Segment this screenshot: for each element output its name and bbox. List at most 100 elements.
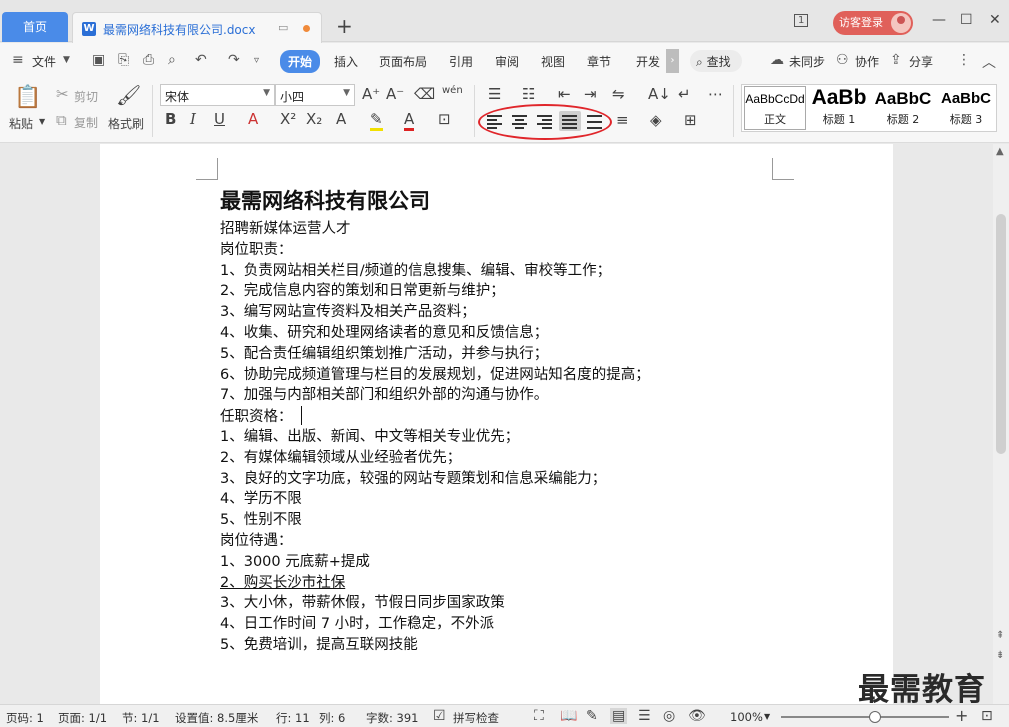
close-button[interactable]: ✕ (989, 12, 1001, 28)
spell-check-icon[interactable]: ☑ (433, 708, 446, 724)
collab-button[interactable]: 协作 (855, 53, 879, 70)
strikethrough-icon[interactable]: A (248, 110, 258, 128)
phonetic-guide-icon[interactable]: wén (442, 85, 463, 96)
export-icon[interactable]: ⎘ (118, 52, 129, 68)
more-icon[interactable]: ⋮ (957, 52, 971, 68)
copy-icon[interactable]: ⧉ (56, 111, 67, 129)
scroll-down-icon[interactable]: ⇟ (996, 650, 1004, 661)
style-heading-2[interactable]: AaBbC 标题 2 (872, 89, 934, 127)
scissors-icon[interactable]: ✂ (56, 85, 69, 103)
tab-stops-icon[interactable]: ⋯ (708, 85, 723, 103)
subscript-icon[interactable]: X₂ (306, 110, 322, 128)
underline-icon[interactable]: U (214, 110, 225, 128)
page-count-badge[interactable]: 1 (794, 14, 809, 27)
zoom-in-icon[interactable]: + (955, 706, 968, 725)
format-painter-icon[interactable]: 🖌 (116, 83, 141, 107)
undo-icon[interactable]: ↶ (195, 52, 207, 68)
paste-button[interactable]: 粘贴 (9, 115, 33, 132)
tab-home[interactable]: 首页 (2, 12, 68, 42)
vertical-scrollbar[interactable]: ▲ ⇞ ⇟ (993, 144, 1009, 704)
numbered-list-icon[interactable]: ☷ (522, 85, 535, 103)
grow-font-icon[interactable]: A⁺ (362, 85, 380, 103)
collapse-ribbon-icon[interactable]: ︿ (982, 52, 996, 72)
sort-icon[interactable]: A↓ (648, 85, 671, 103)
status-pages[interactable]: 页面: 1/1 (58, 710, 107, 726)
chevron-down-icon[interactable]: ▼ (39, 117, 45, 126)
menu-developer[interactable]: 开发 (636, 53, 660, 70)
borders-icon[interactable]: ⊞ (684, 111, 697, 129)
chevron-down-icon[interactable]: ▼ (764, 712, 770, 721)
reading-mode-icon[interactable]: 📖 (560, 708, 577, 724)
status-row[interactable]: 行: 11 (276, 710, 310, 726)
cut-button[interactable]: 剪切 (74, 88, 98, 105)
font-name-select[interactable]: 宋体 ▼ (160, 84, 275, 106)
font-color-icon[interactable]: A (404, 110, 415, 131)
style-heading-3[interactable]: AaBbC 标题 3 (936, 89, 996, 127)
status-page-number[interactable]: 页码: 1 (6, 710, 44, 726)
status-word-count[interactable]: 字数: 391 (366, 710, 418, 726)
visitor-login-button[interactable]: 访客登录 (833, 11, 913, 35)
outline-view-icon[interactable]: ☰ (638, 708, 651, 724)
search-button[interactable]: ⌕ 查找 (690, 50, 742, 72)
monitor-icon[interactable]: ▭ (278, 21, 288, 34)
redo-icon[interactable]: ↷ (228, 52, 240, 68)
spell-check-button[interactable]: 拼写检查 (453, 710, 499, 726)
menu-review[interactable]: 审阅 (495, 53, 519, 70)
font-size-select[interactable]: 小四 ▼ (275, 84, 355, 106)
menu-chapter[interactable]: 章节 (587, 53, 611, 70)
new-tab-button[interactable]: + (336, 14, 353, 38)
char-border-icon[interactable]: ⊡ (438, 110, 451, 128)
bullet-list-icon[interactable]: ☰ (488, 85, 501, 103)
sync-icon[interactable]: ☁ (770, 52, 784, 68)
shrink-font-icon[interactable]: A⁻ (386, 85, 404, 103)
hamburger-icon[interactable]: ≡ (12, 52, 24, 68)
chevron-down-icon[interactable]: ▼ (63, 55, 70, 65)
share-icon[interactable]: ⇪ (890, 52, 902, 68)
maximize-button[interactable]: ☐ (960, 12, 973, 28)
document-page[interactable]: 最需网络科技有限公司 招聘新媒体运营人才 岗位职责： 1、负责网站相关栏目/频道… (100, 144, 893, 704)
decrease-indent-icon[interactable]: ⇤ (558, 85, 571, 103)
clear-format-icon[interactable]: ⌫ (414, 85, 435, 103)
print-preview-icon[interactable]: ⌕ (168, 52, 176, 68)
status-section[interactable]: 节: 1/1 (122, 710, 160, 726)
chinese-layout-icon[interactable]: ⇋ (612, 85, 625, 103)
format-painter-button[interactable]: 格式刷 (108, 115, 144, 132)
superscript-icon[interactable]: X² (280, 110, 296, 128)
zoom-slider-handle[interactable] (869, 711, 881, 723)
eye-protection-icon[interactable]: 👁 (688, 708, 706, 724)
status-setting[interactable]: 设置值: 8.5厘米 (175, 710, 258, 726)
copy-button[interactable]: 复制 (74, 114, 98, 131)
bold-icon[interactable]: B (165, 110, 176, 128)
fit-window-icon[interactable]: ⊡ (981, 708, 993, 724)
fullscreen-icon[interactable]: ⛶ (534, 708, 544, 724)
print-icon[interactable]: ⎙ (143, 52, 154, 68)
shading-icon[interactable]: ◈ (650, 111, 662, 129)
menu-page-layout[interactable]: 页面布局 (379, 53, 427, 70)
status-column[interactable]: 列: 6 (319, 710, 345, 726)
style-heading-1[interactable]: AaBb 标题 1 (808, 87, 870, 127)
menu-insert[interactable]: 插入 (334, 53, 358, 70)
line-spacing-icon[interactable]: ≡ (616, 111, 629, 129)
zoom-slider[interactable] (781, 716, 949, 718)
scrollbar-thumb[interactable] (996, 214, 1006, 454)
italic-icon[interactable]: I (190, 110, 196, 128)
highlight-icon[interactable]: ✎ (370, 110, 383, 131)
minimize-button[interactable]: — (932, 12, 946, 28)
menu-scroll-right-icon[interactable]: › (666, 49, 679, 73)
edit-mode-icon[interactable]: ✎ (586, 708, 598, 724)
menu-start[interactable]: 开始 (280, 50, 321, 73)
web-view-icon[interactable]: ◎ (663, 708, 675, 724)
increase-indent-icon[interactable]: ⇥ (584, 85, 597, 103)
menu-references[interactable]: 引用 (449, 53, 473, 70)
page-view-icon[interactable]: ▤ (610, 708, 628, 724)
collab-icon[interactable]: ⚇ (836, 52, 849, 68)
scroll-up-icon[interactable]: ⇞ (996, 630, 1004, 641)
text-effect-icon[interactable]: A (336, 110, 346, 128)
menu-view[interactable]: 视图 (541, 53, 565, 70)
menu-file[interactable]: 文件 (32, 53, 56, 70)
tab-document[interactable]: W 最需网络科技有限公司.docx ▭ (72, 12, 322, 43)
scroll-up-icon[interactable]: ▲ (996, 146, 1004, 157)
sync-status[interactable]: 未同步 (789, 53, 825, 70)
save-icon[interactable]: ▣ (92, 52, 105, 68)
share-button[interactable]: 分享 (909, 53, 933, 70)
